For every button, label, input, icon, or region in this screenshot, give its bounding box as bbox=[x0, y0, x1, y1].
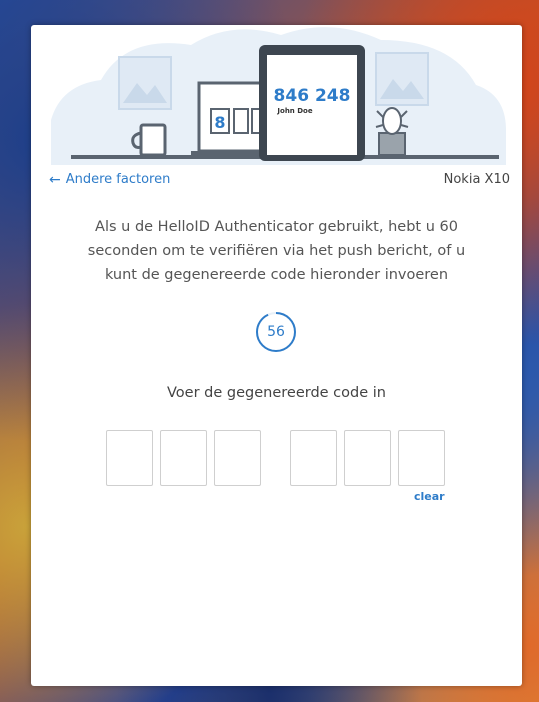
back-link-label: Andere factoren bbox=[65, 172, 171, 187]
phone-user-text: John Doe bbox=[276, 107, 312, 115]
laptop-code-digit: 8 bbox=[214, 113, 225, 132]
countdown-seconds: 56 bbox=[267, 324, 285, 340]
code-digit-6-input[interactable] bbox=[398, 430, 445, 486]
login-card: 8 846 248 John Doe ← Andere factoren Nok… bbox=[31, 25, 522, 686]
code-digit-2-input[interactable] bbox=[160, 430, 207, 486]
clear-code-link[interactable]: clear bbox=[414, 490, 445, 503]
factor-nav: ← Andere factoren Nokia X10 bbox=[31, 170, 522, 192]
code-digit-5-input[interactable] bbox=[344, 430, 391, 486]
code-digit-4-input[interactable] bbox=[290, 430, 337, 486]
device-name: Nokia X10 bbox=[443, 172, 510, 187]
back-to-factors-link[interactable]: ← Andere factoren bbox=[49, 172, 170, 187]
code-entry-label: Voer de gegenereerde code in bbox=[167, 385, 386, 401]
code-digit-1-input[interactable] bbox=[106, 430, 153, 486]
code-digit-3-input[interactable] bbox=[214, 430, 261, 486]
arrow-left-icon: ← bbox=[49, 171, 61, 188]
phone-code-text: 846 248 bbox=[274, 86, 351, 106]
countdown-timer: 56 bbox=[255, 311, 297, 353]
authenticator-illustration: 8 846 248 John Doe bbox=[51, 27, 506, 165]
instructions-text: Als u de HelloID Authenticator gebruikt,… bbox=[87, 219, 466, 283]
